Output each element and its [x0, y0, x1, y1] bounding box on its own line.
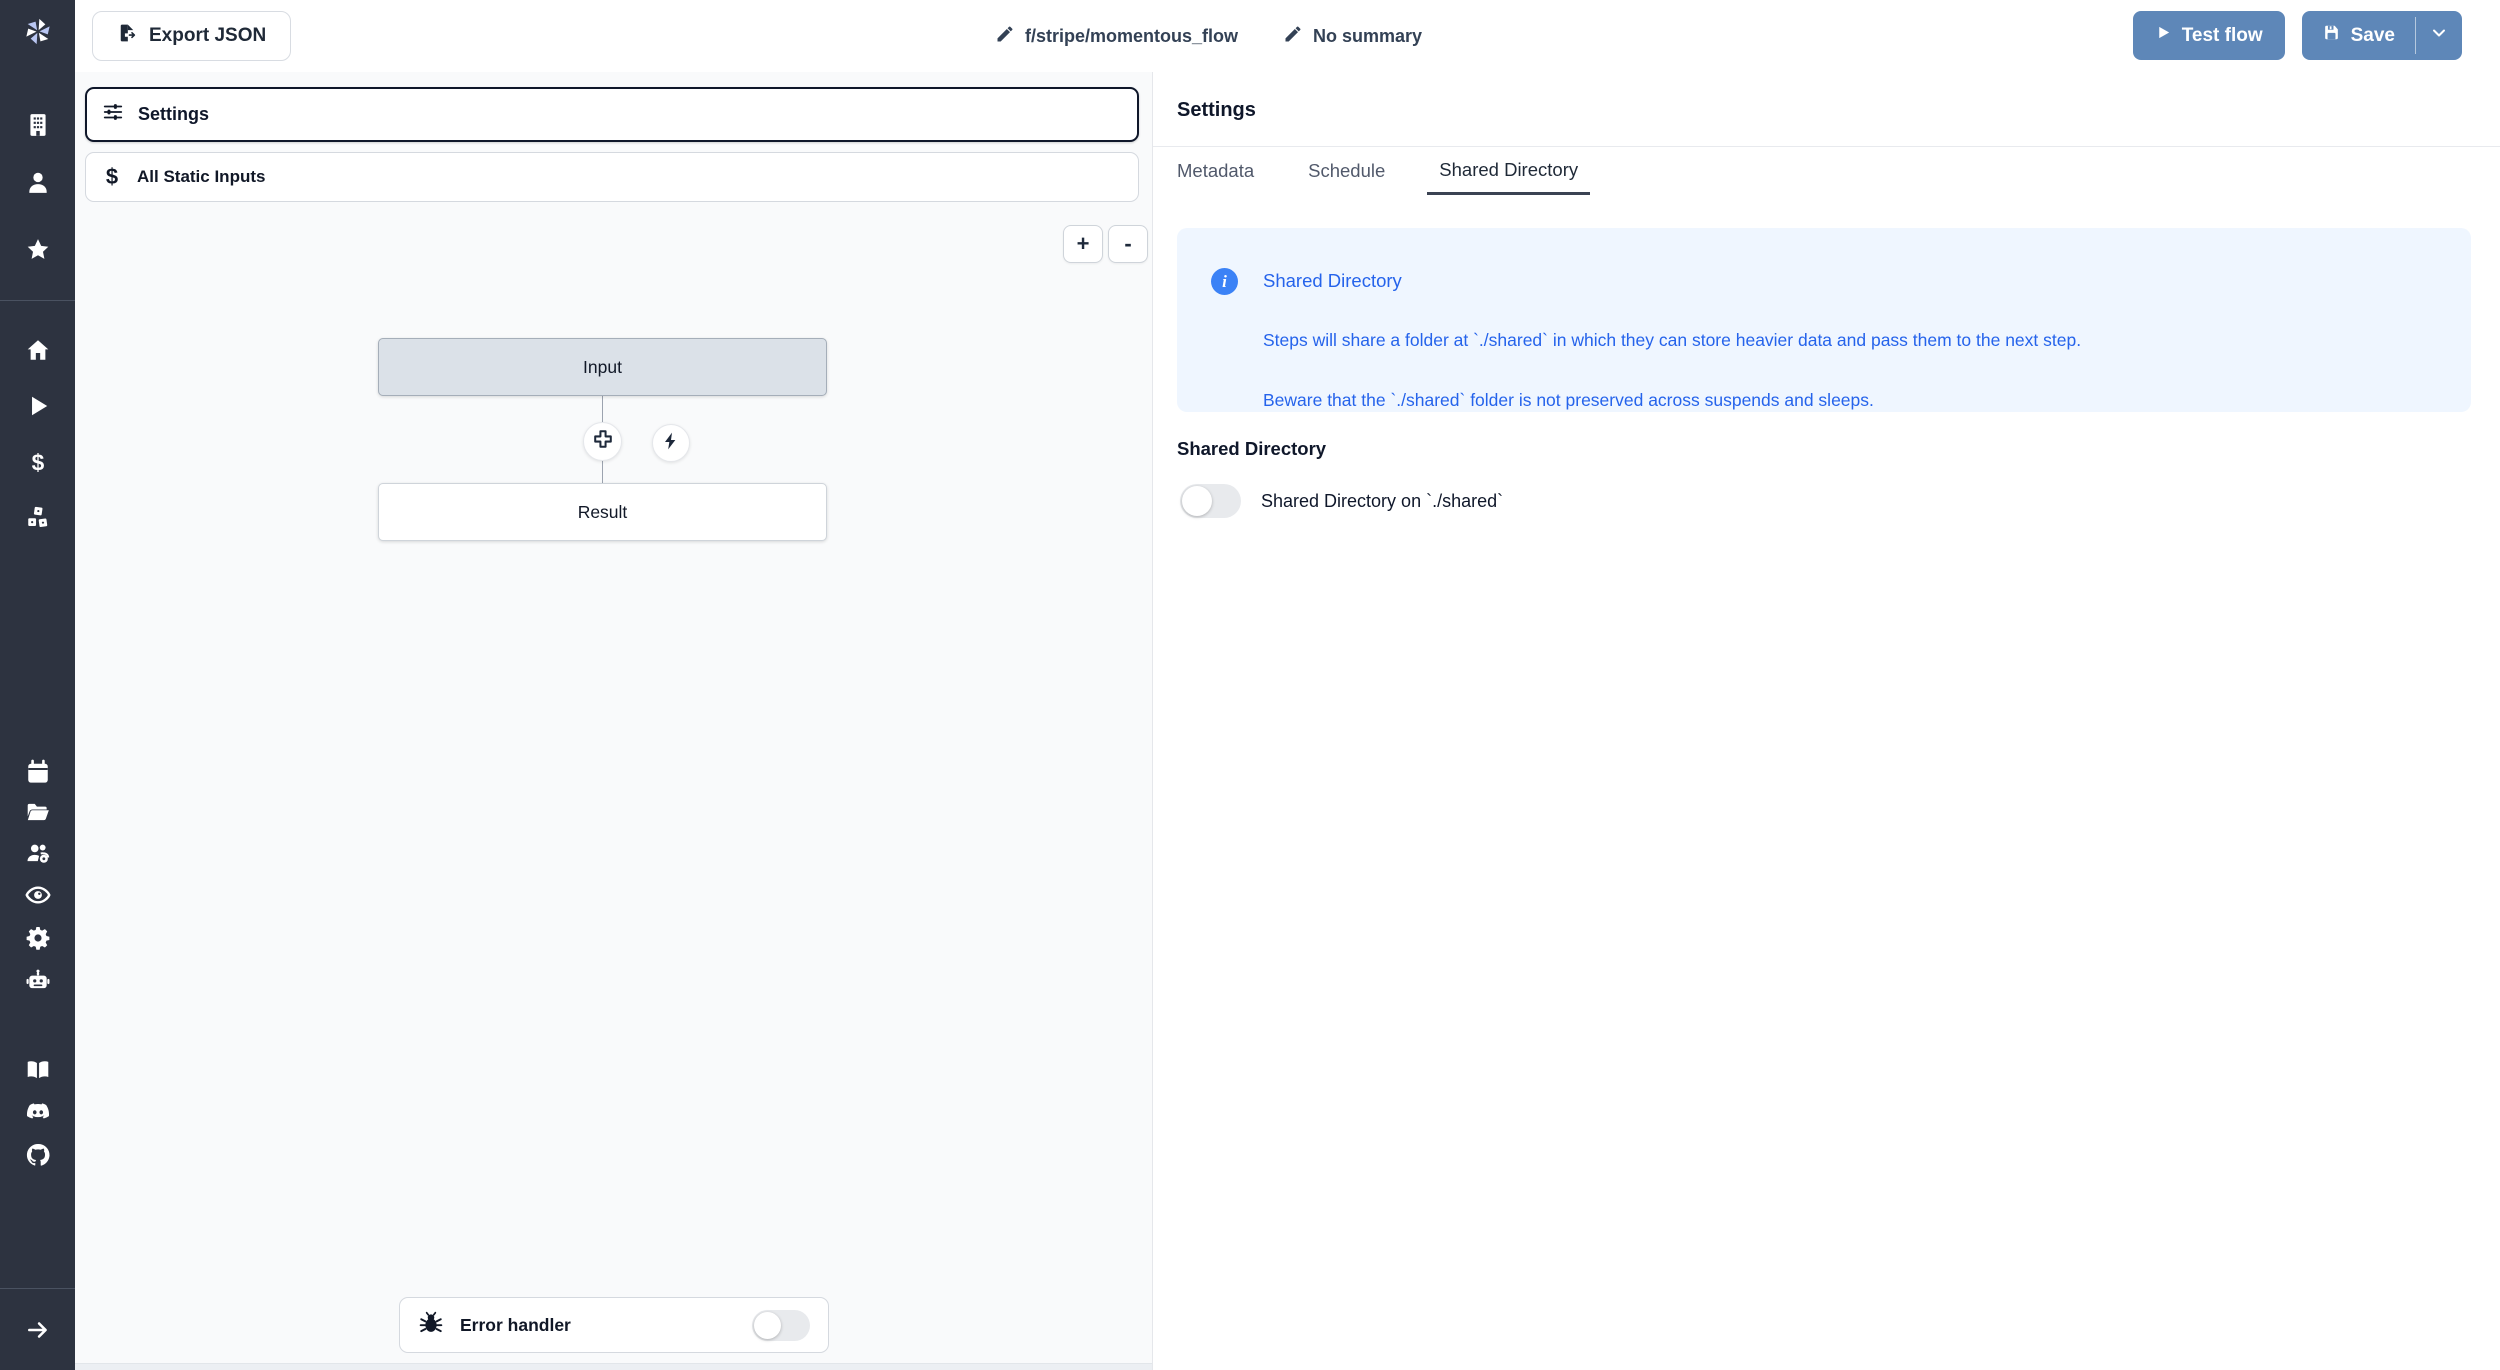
discord-icon[interactable]: [25, 1099, 51, 1125]
flow-summary-text: No summary: [1313, 26, 1422, 47]
calendar-icon[interactable]: [25, 759, 51, 785]
cubes-icon[interactable]: [25, 505, 51, 531]
dollar-icon: $: [101, 164, 123, 190]
flow-path-text: f/stripe/momentous_flow: [1025, 26, 1238, 47]
github-icon[interactable]: [25, 1142, 51, 1168]
arrow-right-icon[interactable]: [25, 1317, 51, 1343]
user-icon[interactable]: [25, 169, 51, 195]
sidebar-divider: [0, 300, 75, 301]
svg-text:$: $: [31, 450, 44, 476]
bolt-icon: [661, 431, 681, 456]
toggle-knob: [754, 1312, 781, 1339]
play-icon: [2155, 24, 2172, 47]
error-handler-item[interactable]: Error handler: [399, 1297, 829, 1353]
tab-shared-directory[interactable]: Shared Directory: [1427, 147, 1590, 195]
settings-panel-title: Settings: [1177, 99, 1256, 122]
zoom-in-button[interactable]: +: [1063, 225, 1103, 263]
toggle-knob: [1182, 486, 1212, 516]
home-icon[interactable]: [25, 337, 51, 363]
sidebar-divider: [0, 1288, 75, 1289]
edit-pencil-icon: [995, 24, 1015, 49]
bug-icon: [418, 1310, 444, 1341]
flow-settings-item[interactable]: Settings: [85, 87, 1139, 142]
flow-header: f/stripe/momentous_flow No summary: [995, 0, 1422, 72]
edit-pencil-icon: [1283, 24, 1303, 49]
shared-directory-info-box: i Shared Directory Steps will share a fo…: [1177, 228, 2471, 412]
plus-cross-icon: [592, 428, 614, 455]
info-box-title: Shared Directory: [1263, 270, 1402, 292]
play-icon[interactable]: [25, 393, 51, 419]
folder-open-icon[interactable]: [25, 799, 51, 825]
sliders-icon: [102, 101, 124, 128]
robot-icon[interactable]: [25, 967, 51, 993]
export-json-button[interactable]: Export JSON: [92, 11, 291, 61]
save-label: Save: [2351, 25, 2395, 47]
flow-summary-item[interactable]: No summary: [1283, 24, 1422, 49]
error-handler-label: Error handler: [460, 1315, 571, 1336]
dollar-icon[interactable]: $: [25, 450, 51, 476]
eye-icon[interactable]: [25, 882, 51, 908]
gear-icon[interactable]: [25, 925, 51, 951]
all-static-inputs-label: All Static Inputs: [137, 167, 265, 187]
input-node[interactable]: Input: [378, 338, 827, 396]
shared-directory-section-title: Shared Directory: [1177, 438, 1326, 460]
windmill-flow-editor: { "topbar": { "export_json": "Export JSO…: [0, 0, 2500, 1370]
canvas-bottom-scrollbar[interactable]: [75, 1363, 1152, 1370]
flow-settings-label: Settings: [138, 104, 209, 125]
shared-directory-toggle-row: Shared Directory on `./shared`: [1180, 484, 1503, 518]
tab-schedule[interactable]: Schedule: [1296, 147, 1397, 195]
info-icon: i: [1211, 268, 1238, 295]
book-open-icon[interactable]: [25, 1057, 51, 1083]
flow-path-item[interactable]: f/stripe/momentous_flow: [995, 24, 1238, 49]
top-bar: Export JSON f/stripe/momentous_flow No s…: [75, 0, 2500, 72]
result-node[interactable]: Result: [378, 483, 827, 541]
save-disk-icon: [2322, 23, 2341, 48]
zoom-out-button[interactable]: -: [1108, 225, 1148, 263]
shared-directory-toggle[interactable]: [1180, 484, 1241, 518]
flow-canvas[interactable]: Settings $ All Static Inputs + - Input R…: [75, 72, 1153, 1370]
add-step-button[interactable]: [583, 422, 622, 461]
all-static-inputs-item[interactable]: $ All Static Inputs: [85, 152, 1139, 202]
test-flow-button[interactable]: Test flow: [2133, 11, 2285, 60]
star-icon[interactable]: [25, 237, 51, 263]
export-json-label: Export JSON: [149, 25, 266, 47]
windmill-logo-icon[interactable]: [22, 16, 54, 53]
info-box-line2: Beware that the `./shared` folder is not…: [1263, 390, 1874, 411]
left-sidebar: $: [0, 0, 75, 1370]
info-box-line1: Steps will share a folder at `./shared` …: [1263, 330, 2081, 351]
save-button[interactable]: Save: [2302, 11, 2415, 60]
users-gear-icon[interactable]: [25, 840, 51, 866]
save-dropdown-button[interactable]: [2416, 11, 2462, 60]
topbar-actions: Test flow Save: [2133, 11, 2462, 60]
settings-panel: Settings Metadata Schedule Shared Direct…: [1153, 72, 2500, 1370]
building-icon[interactable]: [25, 112, 51, 138]
tab-metadata[interactable]: Metadata: [1165, 147, 1266, 195]
settings-tabs: Metadata Schedule Shared Directory: [1165, 147, 1590, 195]
add-trigger-button[interactable]: [652, 424, 690, 462]
test-flow-label: Test flow: [2182, 25, 2263, 47]
chevron-down-icon: [2429, 23, 2449, 48]
save-split-button: Save: [2302, 11, 2462, 60]
file-export-icon: [117, 23, 137, 49]
shared-directory-toggle-label: Shared Directory on `./shared`: [1261, 491, 1503, 512]
error-handler-toggle[interactable]: [752, 1310, 810, 1341]
